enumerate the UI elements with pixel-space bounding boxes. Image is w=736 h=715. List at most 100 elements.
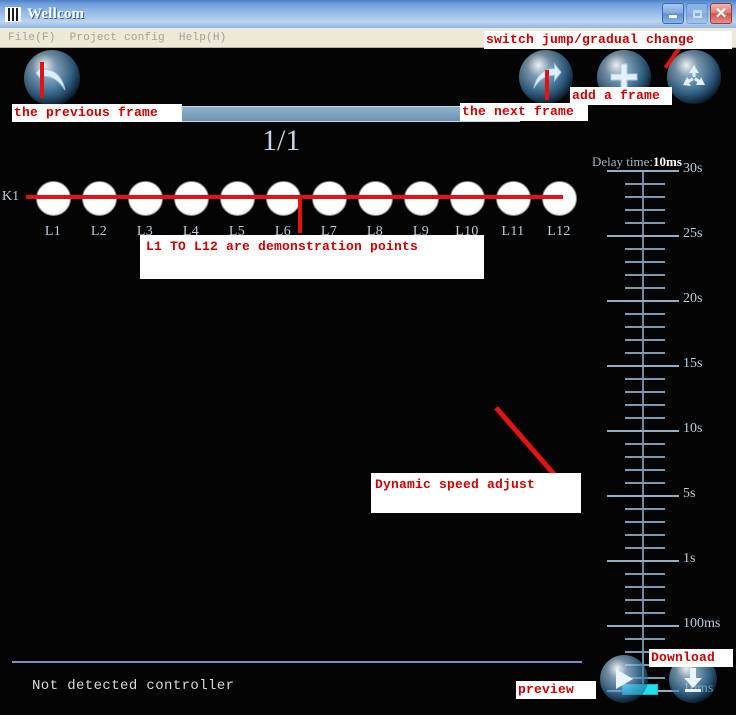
speed-scale-slider[interactable]: 30s 25s 20s 15s 10s 5s 1s 100ms (597, 161, 720, 696)
lamp-item[interactable]: L4 (168, 181, 214, 240)
annotation-lamps-underline (26, 195, 563, 199)
annotation-add-frame: add a frame (570, 87, 672, 105)
scale-label: 30s (683, 161, 703, 176)
scale-tick-major (607, 235, 679, 237)
scale-tick-minor (625, 287, 665, 289)
scale-tick-minor (625, 222, 665, 224)
scale-tick-minor (625, 508, 665, 510)
previous-frame-button[interactable] (24, 50, 80, 106)
scale-tick-minor (625, 352, 665, 354)
scale-tick-minor (625, 573, 665, 575)
lamp-item[interactable]: L3 (122, 181, 168, 240)
scale-tick-minor (625, 456, 665, 458)
maximize-icon (692, 9, 702, 18)
scale-tick-major (607, 495, 679, 497)
scale-tick-minor (625, 586, 665, 588)
frame-counter: 1/1 (262, 124, 301, 157)
switch-mode-button[interactable] (667, 50, 721, 104)
scale-tick-major (607, 170, 679, 172)
scale-tick-major (607, 430, 679, 432)
lamp-item[interactable]: L11 (490, 181, 536, 240)
annotation-download: Download (649, 649, 733, 667)
scale-label: 100ms (683, 616, 721, 631)
minimize-icon (669, 15, 677, 18)
scale-tick-minor (625, 196, 665, 198)
channel-label: K1 (2, 189, 20, 204)
preview-button[interactable] (600, 655, 648, 703)
lamp-item[interactable]: L2 (76, 181, 122, 240)
menu-help[interactable]: Help(H) (179, 32, 227, 44)
status-message: Not detected controller (32, 678, 235, 694)
lamp-item[interactable]: L12 (536, 181, 582, 240)
scale-tick-minor (625, 521, 665, 523)
scale-tick-minor (625, 638, 665, 640)
scale-label: 20s (683, 291, 703, 306)
scale-tick-minor (625, 313, 665, 315)
scale-tick-major (607, 625, 679, 627)
scale-tick-minor (625, 261, 665, 263)
delay-time-prefix: Delay time: (592, 154, 654, 169)
scale-tick-major (607, 365, 679, 367)
lamp-label: L11 (501, 224, 525, 239)
annotation-lamps: L1 TO L12 are demonstration points (140, 235, 484, 279)
scale-label: 15s (683, 356, 703, 371)
title-bar: Wellcom ✕ (0, 0, 736, 28)
lamp-row: L1 L2 L3 L4 L5 L6 L7 L8 L9 L10 L11 L12 (30, 181, 582, 240)
lamp-label: L12 (547, 224, 571, 239)
scale-tick-minor (625, 339, 665, 341)
lamp-label: L1 (44, 224, 62, 239)
lamp-item[interactable]: L7 (306, 181, 352, 240)
scale-tick-minor (625, 482, 665, 484)
scale-tick-minor (625, 274, 665, 276)
annotation-next-frame: the next frame (460, 103, 588, 121)
delay-time-value: 10ms (653, 154, 682, 169)
scale-tick-minor (625, 248, 665, 250)
lamp-item[interactable]: L1 (30, 181, 76, 240)
scale-tick-minor (625, 378, 665, 380)
scale-tick-minor (625, 391, 665, 393)
scale-tick-minor (625, 209, 665, 211)
lamp-item[interactable]: L5 (214, 181, 260, 240)
scale-tick-minor (625, 599, 665, 601)
annotation-switch-mode: switch jump/gradual change (484, 31, 732, 49)
barcode-icon (5, 6, 21, 22)
menu-project-config[interactable]: Project config (70, 32, 165, 44)
scale-tick-minor (625, 534, 665, 536)
lamp-item[interactable]: L8 (352, 181, 398, 240)
lamp-item[interactable]: L10 (444, 181, 490, 240)
download-icon (684, 668, 702, 692)
scale-tick-minor (625, 612, 665, 614)
application-window: Wellcom ✕ File(F) Project config Help(H) (0, 0, 736, 715)
window-title: Wellcom (27, 5, 85, 22)
delay-time-label: Delay time:10ms (592, 154, 682, 170)
scale-tick-major (607, 300, 679, 302)
recycle-switch-icon (683, 65, 705, 86)
annotation-speed: Dynamic speed adjust (371, 473, 581, 513)
annotation-arrow-next (545, 70, 549, 100)
status-divider (12, 661, 582, 663)
menu-file[interactable]: File(F) (8, 32, 56, 44)
annotation-previous-frame: the previous frame (12, 104, 182, 122)
scale-label: 25s (683, 226, 703, 241)
maximize-button[interactable] (686, 3, 708, 24)
annotation-lamps-stem (298, 199, 302, 233)
annotation-preview: preview (516, 681, 596, 699)
scale-tick-minor (625, 404, 665, 406)
scale-tick-minor (625, 326, 665, 328)
scale-tick-minor (625, 417, 665, 419)
scale-tick-minor (625, 547, 665, 549)
main-canvas: 1/1 K1 L1 L2 L3 L4 L5 L6 L7 L8 L9 L10 L1… (0, 48, 736, 715)
play-icon (616, 669, 633, 689)
scale-label: 10s (683, 421, 703, 436)
scale-tick-major (607, 560, 679, 562)
minimize-button[interactable] (662, 3, 684, 24)
lamp-label: L2 (90, 224, 108, 239)
window-controls: ✕ (662, 3, 732, 24)
close-button[interactable]: ✕ (710, 3, 732, 24)
lamp-item[interactable]: L9 (398, 181, 444, 240)
close-icon: ✕ (714, 4, 728, 22)
scale-label: 5s (683, 486, 696, 501)
annotation-arrow-previous (40, 62, 44, 98)
scale-tick-minor (625, 469, 665, 471)
scale-label: 1s (683, 551, 696, 566)
